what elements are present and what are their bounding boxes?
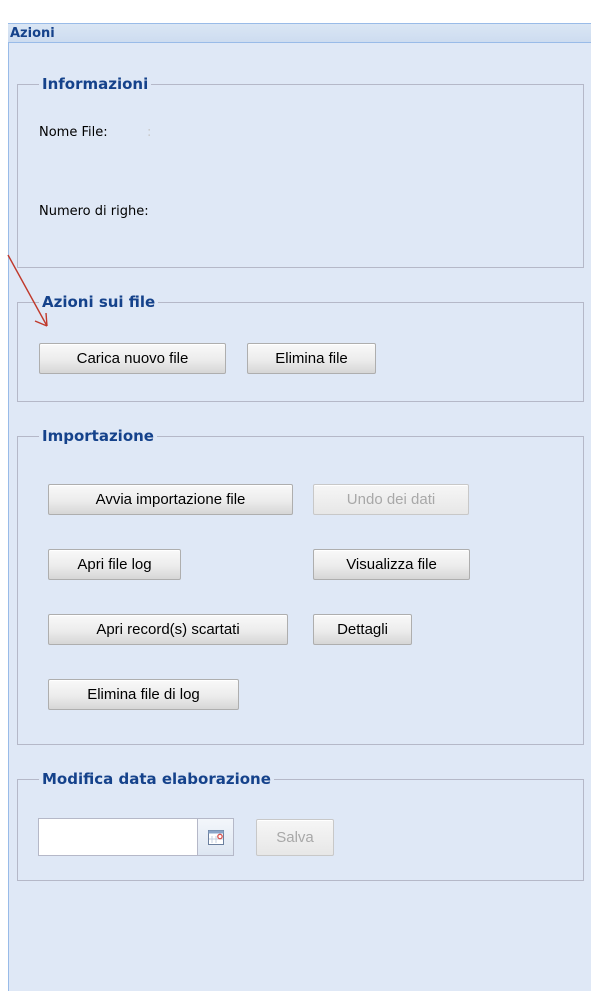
modifica-data-legend: Modifica data elaborazione [42,770,271,788]
importazione-legend: Importazione [42,427,154,445]
dettagli-button[interactable]: Dettagli [313,614,412,645]
salva-button[interactable]: Salva [256,819,334,856]
nome-file-value: : [147,125,152,140]
apri-file-log-button[interactable]: Apri file log [48,549,181,580]
calendar-trigger[interactable] [198,818,234,856]
elimina-file-di-log-button[interactable]: Elimina file di log [48,679,239,710]
panel-header: Azioni [8,23,591,43]
elimina-file-button[interactable]: Elimina file [247,343,376,374]
informazioni-fieldset: Informazioni [17,75,584,268]
visualizza-file-button[interactable]: Visualizza file [313,549,470,580]
apri-record-scartati-button[interactable]: Apri record(s) scartati [48,614,288,645]
data-elaborazione-input[interactable] [38,818,198,856]
annotation-arrow-icon [7,254,48,327]
undo-dati-button[interactable]: Undo dei dati [313,484,469,515]
avvia-importazione-button[interactable]: Avvia importazione file [48,484,293,515]
carica-nuovo-file-button[interactable]: Carica nuovo file [39,343,226,374]
calendar-icon [208,830,224,845]
